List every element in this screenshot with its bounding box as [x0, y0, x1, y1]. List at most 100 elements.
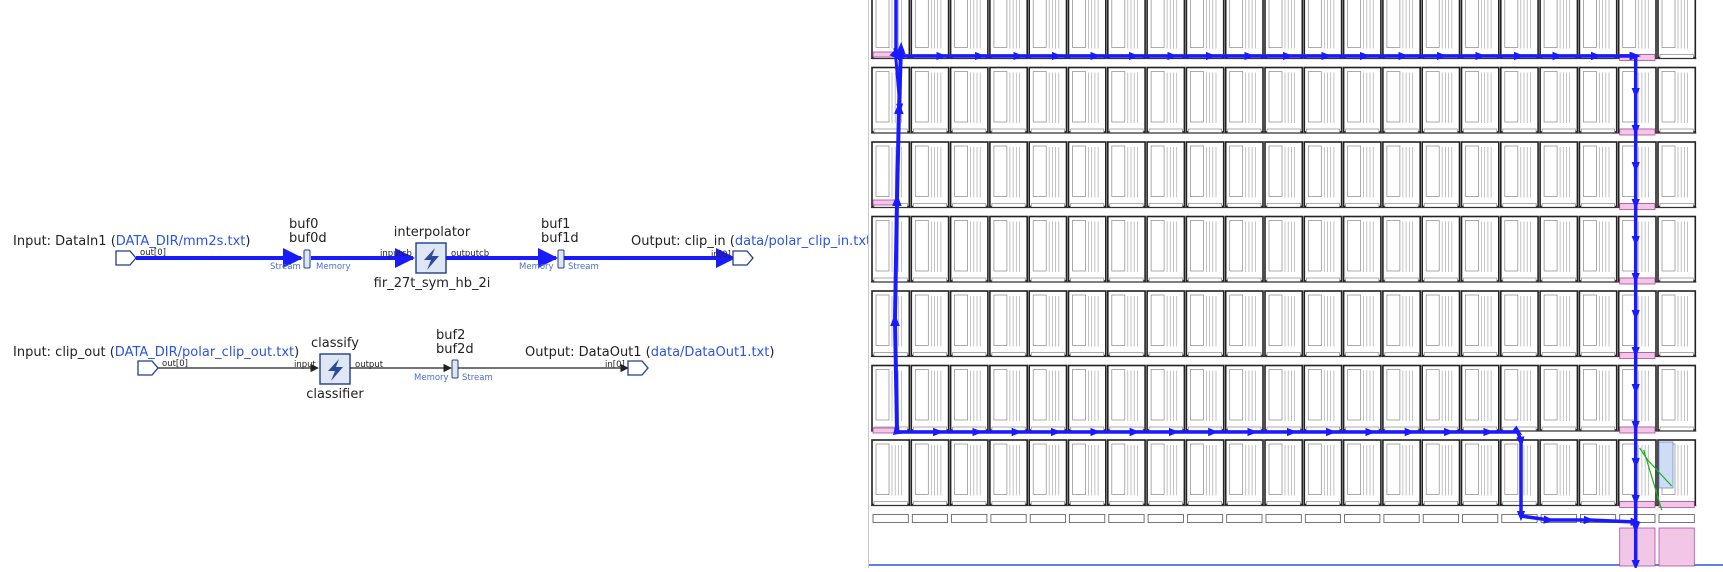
- aie-tile[interactable]: [1224, 364, 1264, 432]
- aie-tile[interactable]: [988, 0, 1029, 60]
- net2-output-port-icon[interactable]: [627, 360, 649, 376]
- aie-tile[interactable]: [871, 439, 911, 507]
- aie-tile[interactable]: [1421, 290, 1461, 358]
- aie-tile[interactable]: [1067, 364, 1107, 432]
- aie-tile[interactable]: [1146, 215, 1186, 283]
- aie-tile[interactable]: [1499, 141, 1540, 209]
- aie-tile[interactable]: [1106, 290, 1147, 358]
- aie-tile[interactable]: [1224, 290, 1264, 358]
- aie-tile[interactable]: [1539, 66, 1579, 134]
- aie-tile[interactable]: [1067, 0, 1107, 60]
- aie-tile[interactable]: [1539, 0, 1579, 60]
- aie-tile[interactable]: [1342, 439, 1382, 507]
- aie-tile[interactable]: [1224, 141, 1264, 209]
- aie-tile[interactable]: [871, 66, 911, 134]
- aie-tile[interactable]: [949, 439, 989, 507]
- aie-tile[interactable]: [1224, 66, 1264, 134]
- net2-output-file-link[interactable]: data/DataOut1.txt: [651, 345, 770, 360]
- net2-input-port-icon[interactable]: [137, 360, 159, 376]
- buf0-buffer-icon[interactable]: [303, 249, 311, 269]
- aie-tile[interactable]: [988, 215, 1029, 283]
- aie-tile[interactable]: [910, 66, 950, 134]
- aie-tile[interactable]: [1264, 66, 1304, 134]
- aie-tile[interactable]: [1381, 0, 1422, 60]
- aie-tile[interactable]: [1421, 215, 1461, 283]
- aie-tile[interactable]: [1106, 66, 1147, 134]
- aie-tile[interactable]: [1578, 66, 1618, 134]
- aie-tile[interactable]: [1657, 290, 1697, 358]
- aie-tile[interactable]: [1185, 364, 1225, 432]
- aie-tile[interactable]: [1303, 141, 1343, 209]
- aie-tile[interactable]: [1499, 215, 1540, 283]
- aie-tile[interactable]: [910, 364, 950, 432]
- aie-tile[interactable]: [988, 66, 1029, 134]
- aie-tile[interactable]: [1342, 0, 1382, 60]
- aie-tile[interactable]: [871, 364, 911, 432]
- aie-tile[interactable]: [949, 290, 989, 358]
- aie-tile[interactable]: [1303, 364, 1343, 432]
- aie-tile[interactable]: [871, 290, 911, 358]
- aie-tile[interactable]: [1617, 0, 1657, 60]
- aie-tile[interactable]: [1106, 439, 1147, 507]
- aie-tile[interactable]: [1539, 290, 1579, 358]
- aie-tile[interactable]: [1028, 66, 1068, 134]
- aie-tile[interactable]: [949, 141, 989, 209]
- aie-tile[interactable]: [1106, 141, 1147, 209]
- aie-tile[interactable]: [1185, 66, 1225, 134]
- aie-tile[interactable]: [1303, 439, 1343, 507]
- placed-buffer-block[interactable]: [1658, 441, 1674, 489]
- aie-tile[interactable]: [1224, 439, 1264, 507]
- aie-tile[interactable]: [1381, 439, 1422, 507]
- aie-tile[interactable]: [1264, 290, 1304, 358]
- aie-tile[interactable]: [1539, 141, 1579, 209]
- aie-tile[interactable]: [1539, 215, 1579, 283]
- aie-tile[interactable]: [1342, 290, 1382, 358]
- aie-tile[interactable]: [1185, 0, 1225, 60]
- aie-tile[interactable]: [1578, 364, 1618, 432]
- aie-tile[interactable]: [1264, 439, 1304, 507]
- aie-tile[interactable]: [1499, 0, 1540, 60]
- aie-tile[interactable]: [1381, 290, 1422, 358]
- aie-tile[interactable]: [1460, 66, 1500, 134]
- interface-tile[interactable]: [1462, 514, 1499, 523]
- aie-tile[interactable]: [1460, 0, 1500, 60]
- aie-tile[interactable]: [1264, 141, 1304, 209]
- aie-tile[interactable]: [1303, 66, 1343, 134]
- net1-output-file-link[interactable]: data/polar_clip_in.txt: [735, 234, 871, 249]
- aie-tile[interactable]: [1460, 439, 1500, 507]
- graph-view-panel[interactable]: Input: DataIn1 (DATA_DIR/mm2s.txt) out[0…: [0, 0, 876, 568]
- aie-tile[interactable]: [1421, 141, 1461, 209]
- aie-tile[interactable]: [1067, 290, 1107, 358]
- aie-tile[interactable]: [1067, 66, 1107, 134]
- aie-tile[interactable]: [1224, 215, 1264, 283]
- aie-tile[interactable]: [1028, 439, 1068, 507]
- interface-tile[interactable]: [1383, 514, 1420, 523]
- aie-tile[interactable]: [1499, 66, 1540, 134]
- aie-tile[interactable]: [910, 439, 950, 507]
- aie-tile[interactable]: [1342, 141, 1382, 209]
- aie-tile[interactable]: [1342, 66, 1382, 134]
- aie-tile[interactable]: [1381, 141, 1422, 209]
- buf2-buffer-icon[interactable]: [451, 359, 459, 379]
- aie-tile[interactable]: [1264, 215, 1304, 283]
- aie-tile[interactable]: [1657, 141, 1697, 209]
- aie-tile[interactable]: [949, 66, 989, 134]
- aie-tile[interactable]: [871, 215, 911, 283]
- aie-tile[interactable]: [1264, 0, 1304, 60]
- aie-tile[interactable]: [871, 141, 911, 209]
- interface-tile[interactable]: [951, 514, 988, 523]
- interface-tile[interactable]: [1029, 514, 1066, 523]
- aie-tile[interactable]: [1146, 0, 1186, 60]
- aie-tile[interactable]: [910, 0, 950, 60]
- aie-tile[interactable]: [1381, 364, 1422, 432]
- array-view-panel[interactable]: [869, 0, 1723, 571]
- aie-tile[interactable]: [1067, 141, 1107, 209]
- aie-tile[interactable]: [1106, 0, 1147, 60]
- aie-tile[interactable]: [1146, 290, 1186, 358]
- aie-tile[interactable]: [1342, 364, 1382, 432]
- aie-tile[interactable]: [1657, 215, 1697, 283]
- aie-tile[interactable]: [1499, 364, 1540, 432]
- net1-input-file-link[interactable]: DATA_DIR/mm2s.txt: [116, 234, 246, 249]
- aie-tile[interactable]: [1264, 364, 1304, 432]
- aie-tile[interactable]: [1185, 439, 1225, 507]
